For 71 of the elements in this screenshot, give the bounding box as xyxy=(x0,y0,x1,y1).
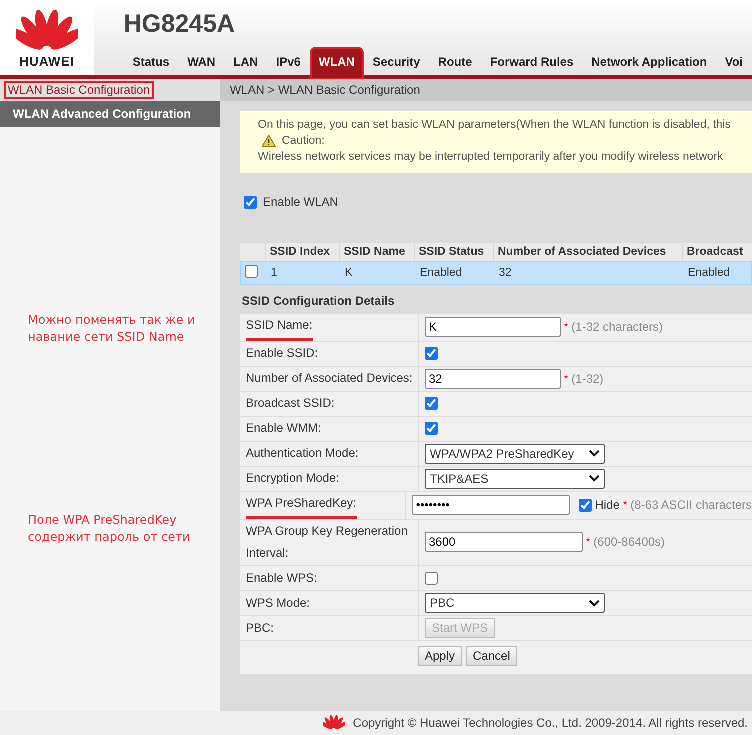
text-field[interactable]: 32 xyxy=(425,368,561,389)
checkbox-label: Enable WLAN xyxy=(263,195,338,209)
nav-tab[interactable]: Network Application xyxy=(582,47,716,80)
chevron-down-icon xyxy=(589,475,600,482)
hint-text: (1-32) xyxy=(572,372,604,386)
copyright-text: Copyright © Huawei Technologies Co., Ltd. 2009-2014. All rights reserved. xyxy=(353,716,748,730)
hint-text: (600-86400s) xyxy=(594,535,666,550)
table-cell-text: 1 xyxy=(270,266,278,281)
sidebar-item[interactable]: WLAN Advanced Configuration xyxy=(0,101,220,127)
annotation-note: Поле WPA PreSharedKey содержит пароль от сети xyxy=(27,512,192,546)
hide-label: Hide xyxy=(595,498,620,512)
brand-name: HUAWEI xyxy=(19,54,74,69)
field-label: Number of Associated Devices: xyxy=(246,370,413,388)
table-cell-text: Enabled xyxy=(687,266,732,281)
nav-tab[interactable]: LAN xyxy=(224,47,268,80)
required-mark: * xyxy=(622,498,628,512)
table-cell-text: Enabled xyxy=(419,266,464,281)
field-label: Authentication Mode: xyxy=(246,445,359,462)
table-cell-text: K xyxy=(344,266,354,281)
annotation-note: Можно поменять так же и навание сети SSID Name xyxy=(27,312,196,346)
field-label: Enable WPS: xyxy=(246,570,318,587)
checkbox[interactable] xyxy=(425,397,438,410)
nav-tab[interactable]: Security xyxy=(364,47,430,80)
nav-tab[interactable]: Status xyxy=(124,47,179,80)
field-label: PBC: xyxy=(246,620,274,637)
warning-icon xyxy=(262,135,276,147)
checkbox[interactable] xyxy=(425,572,438,585)
notice-text: On this page, you can set basic WLAN parameters(When the WLAN function is disabled, this xyxy=(258,119,732,131)
field-label: Broadcast SSID: xyxy=(246,395,335,412)
hide-checkbox[interactable] xyxy=(579,498,592,512)
model-title: HG8245A xyxy=(124,10,236,39)
checkbox[interactable] xyxy=(425,347,438,360)
section-title: SSID Configuration Details xyxy=(241,293,396,310)
dropdown[interactable]: PBC xyxy=(425,593,605,614)
required-mark: * xyxy=(586,535,591,550)
password-field[interactable]: •••••••• xyxy=(412,495,570,516)
field-label: SSID Name: xyxy=(246,314,313,341)
hint-text: (1-32 characters) xyxy=(572,320,664,334)
nav-tab[interactable]: WAN xyxy=(178,47,225,80)
field-label: WPS Mode: xyxy=(246,594,310,612)
nav-tab[interactable]: WLAN xyxy=(310,47,364,80)
hint-text: (8-63 ASCII characters xyxy=(630,498,752,512)
text-field[interactable]: 3600 xyxy=(425,532,583,552)
nav-tab[interactable]: Forward Rules xyxy=(481,47,583,80)
nav-tab[interactable]: Voi xyxy=(716,47,752,80)
form-button[interactable]: Apply xyxy=(418,646,462,666)
logo-icon xyxy=(323,715,346,731)
table-cell-text: 32 xyxy=(498,266,513,281)
dropdown[interactable]: WPA/WPA2 PreSharedKey xyxy=(425,444,605,464)
chevron-down-icon xyxy=(589,450,600,458)
text-field[interactable]: K xyxy=(425,317,561,338)
field-label: Encryption Mode: xyxy=(246,470,340,488)
breadcrumb: WLAN > WLAN Basic Configuration xyxy=(220,79,752,101)
table-row[interactable]: 1 K Enabled 32 Enabled xyxy=(240,261,752,285)
form-button[interactable]: Cancel xyxy=(466,646,518,666)
field-label: Enable SSID: xyxy=(246,345,318,362)
row-checkbox[interactable] xyxy=(245,265,258,278)
required-mark: * xyxy=(564,372,569,386)
required-mark: * xyxy=(564,320,569,334)
checkbox[interactable] xyxy=(425,422,438,436)
field-label: WPA Group Key Regeneration Interval: xyxy=(246,522,409,562)
checkbox[interactable] xyxy=(244,196,257,208)
chevron-down-icon xyxy=(589,600,600,607)
nav-tab[interactable]: IPv6 xyxy=(267,47,310,80)
sidebar-item[interactable]: WLAN Basic Configuration xyxy=(0,79,220,101)
dropdown[interactable]: TKIP&AES xyxy=(425,468,605,489)
field-label: Enable WMM: xyxy=(246,420,322,438)
notice-text: Wireless network services may be interrupted temporarily after you modify wireless network xyxy=(258,151,724,163)
nav-tab[interactable]: Route xyxy=(429,47,482,80)
caution-label: Caution: xyxy=(282,135,325,147)
field-label: WPA PreSharedKey: xyxy=(246,492,356,519)
